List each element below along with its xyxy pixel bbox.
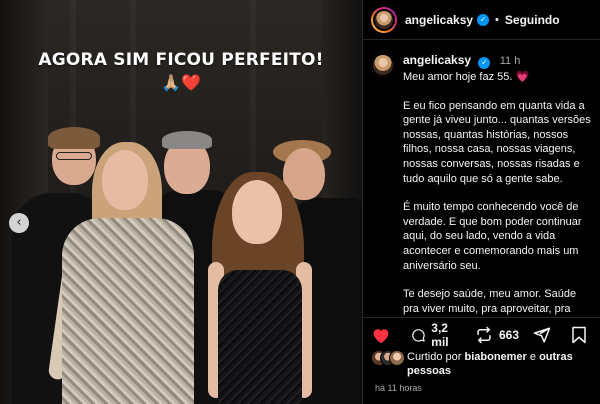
caption-paragraph: E eu fico pensando em quanta vida a gent…	[403, 99, 591, 185]
pink-heart-icon: 💗	[515, 71, 530, 83]
likes-connector: e	[526, 351, 540, 363]
comment-button[interactable]: 3,2 mil	[411, 321, 461, 349]
share-icon	[533, 327, 551, 342]
previous-photo-button[interactable]: ‹	[9, 213, 29, 233]
pray-icon: 🙏🏼	[161, 75, 181, 92]
share-button[interactable]	[533, 326, 557, 344]
caption-time[interactable]: 11 h	[500, 55, 521, 67]
caption-username[interactable]: angelicaksy	[403, 53, 471, 67]
caption-paragraph: Te desejo saúde, meu amor. Saúde pra viv…	[403, 288, 577, 315]
caption-paragraph: É muito tempo conhecendo você de verdade…	[403, 201, 582, 272]
post-header: angelicaksy ✓ • Seguindo	[363, 0, 600, 40]
caption-header: angelicaksy ✓ 11 h	[403, 53, 593, 69]
repost-button[interactable]: 663	[475, 326, 519, 344]
caption-first-line: Meu amor hoje faz 55. 💗	[403, 70, 593, 85]
avatar	[389, 350, 405, 366]
heart-icon	[373, 328, 389, 343]
photo-overlay-text: AGORA SIM FICOU PERFEITO!	[38, 50, 324, 70]
heart-emoji-icon: ❤️	[181, 75, 201, 92]
like-button[interactable]	[371, 326, 397, 344]
header-username[interactable]: angelicaksy	[405, 13, 473, 27]
verified-badge-icon: ✓	[477, 13, 490, 26]
likes-text: Curtido por biabonemer e outras pessoas	[407, 350, 593, 378]
caption-section: angelicaksy ✓ 11 h Meu amor hoje faz 55.…	[363, 41, 600, 317]
post-timestamp[interactable]: há 11 horas	[375, 383, 422, 393]
comment-count: 3,2 mil	[431, 320, 449, 349]
chevron-left-icon: ‹	[16, 215, 22, 230]
liker-username[interactable]: biabonemer	[464, 351, 526, 363]
post-photo[interactable]: AGORA SIM FICOU PERFEITO! 🙏🏼❤️ ‹	[0, 0, 362, 404]
likes-prefix: Curtido por	[407, 351, 465, 363]
post-modal: AGORA SIM FICOU PERFEITO! 🙏🏼❤️ ‹ angelic…	[0, 0, 600, 404]
repost-count: 663	[498, 327, 519, 342]
liker-avatars[interactable]	[371, 350, 407, 366]
likes-summary: Curtido por biabonemer e outras pessoas	[371, 350, 593, 378]
save-button[interactable]	[571, 326, 593, 344]
caption-avatar[interactable]	[371, 53, 395, 77]
photo-overlay-emoji: 🙏🏼❤️	[0, 73, 362, 93]
action-bar: 3,2 mil 663	[363, 317, 600, 351]
post-sidebar: angelicaksy ✓ • Seguindo angelicaksy ✓ 1…	[362, 0, 600, 404]
avatar[interactable]	[371, 6, 397, 33]
caption-first-line-text: Meu amor hoje faz 55.	[403, 71, 513, 83]
following-button[interactable]: Seguindo	[505, 13, 560, 27]
caption-body: angelicaksy ✓ 11 h Meu amor hoje faz 55.…	[403, 53, 593, 317]
bookmark-icon	[572, 326, 586, 343]
verified-badge-icon: ✓	[478, 57, 491, 69]
comment-icon	[412, 328, 425, 342]
separator-dot: •	[495, 13, 499, 26]
repost-icon	[477, 326, 491, 343]
